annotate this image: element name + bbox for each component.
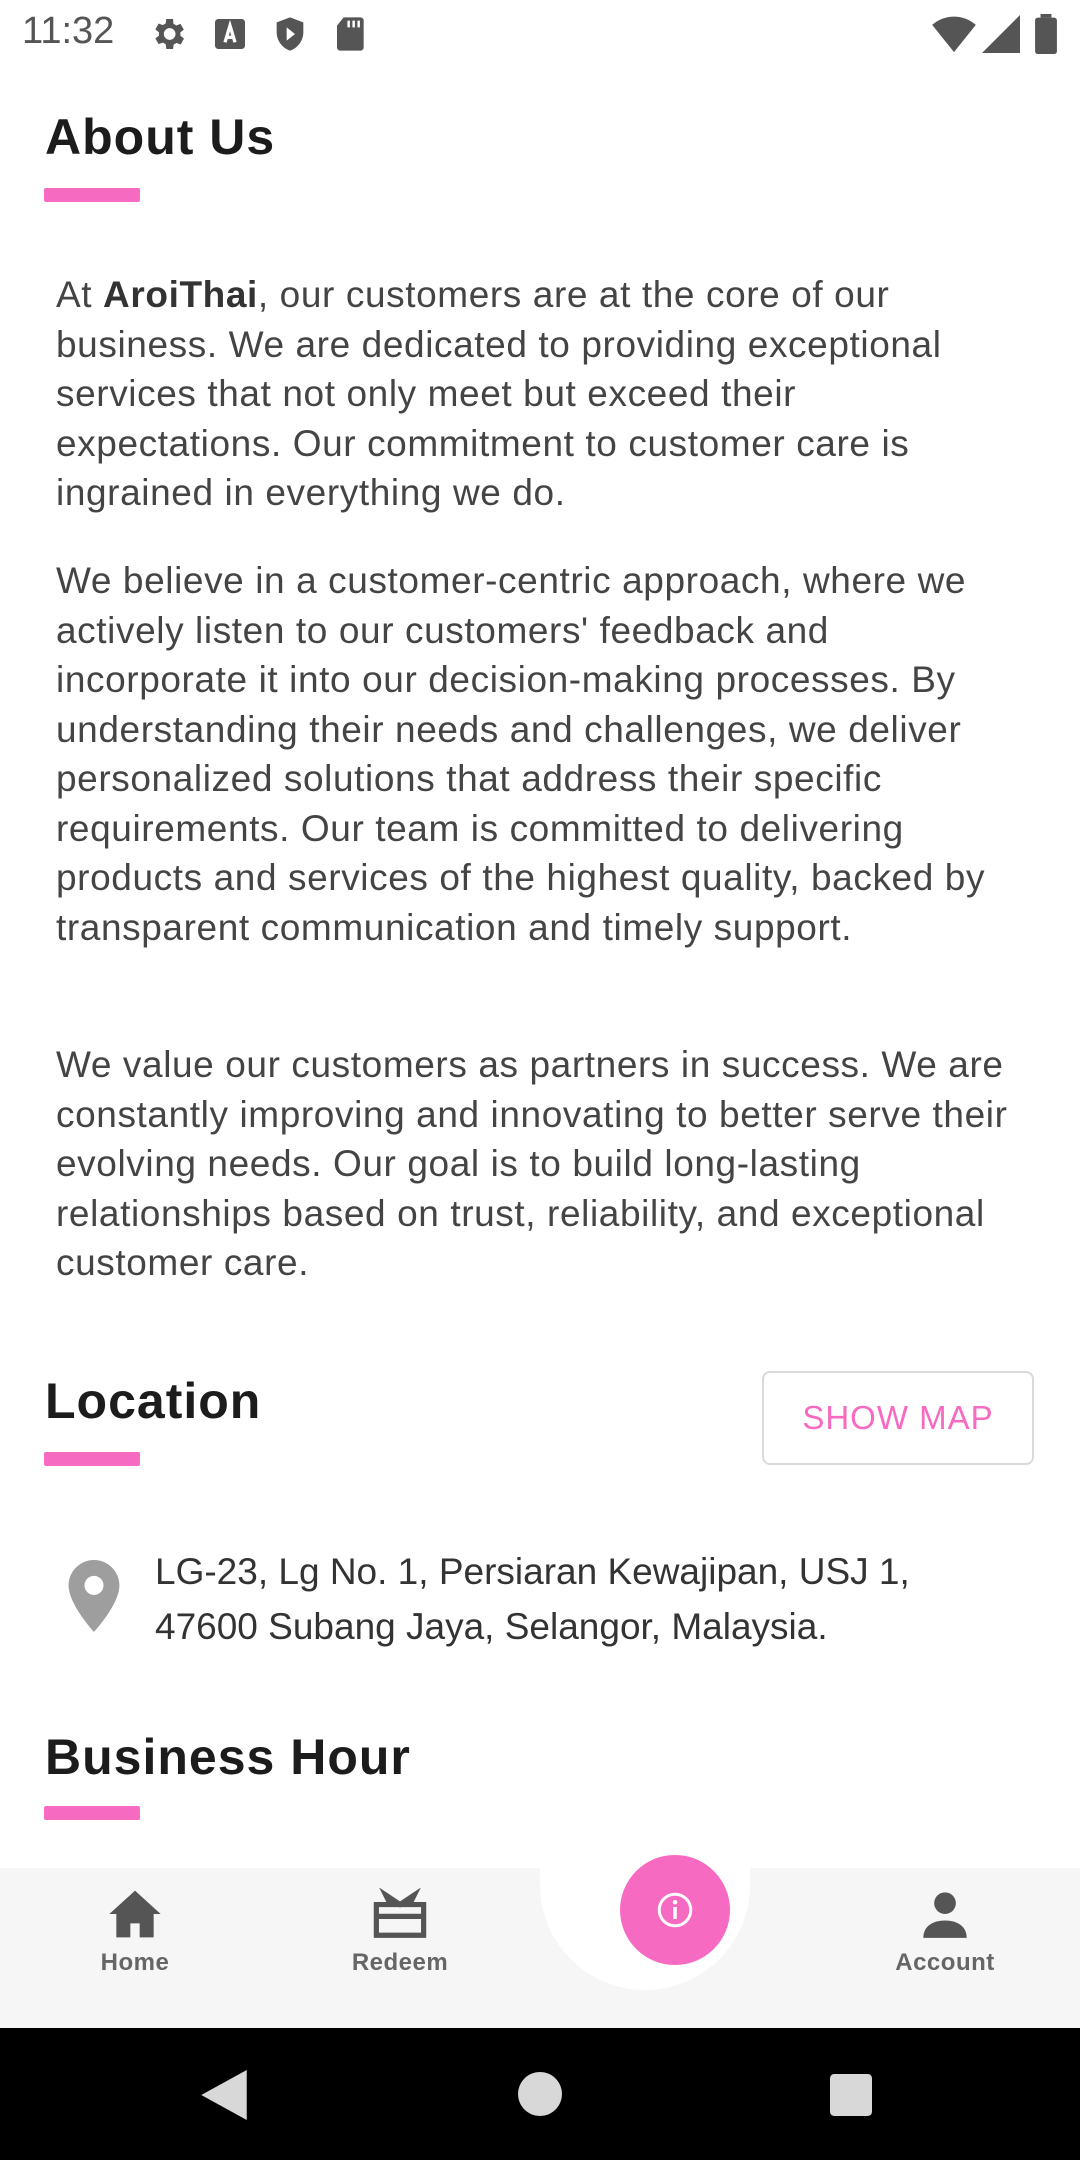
- nav-account[interactable]: Account: [855, 1888, 1035, 1977]
- gift-card-icon: [373, 1887, 427, 1938]
- about-p1-prefix: At: [56, 274, 104, 315]
- info-fab-button[interactable]: [620, 1855, 730, 1965]
- home-icon: [109, 1890, 161, 1938]
- nav-account-label: Account: [895, 1949, 995, 1976]
- nav-home[interactable]: Home: [45, 1888, 225, 1977]
- nav-home-label: Home: [100, 1949, 170, 1976]
- business-hour-underline: [44, 1806, 140, 1820]
- settings-icon: [155, 19, 184, 49]
- about-underline: [44, 188, 140, 202]
- sd-card-icon: [337, 17, 364, 51]
- recents-icon[interactable]: [830, 2074, 872, 2116]
- nav-redeem-label: Redeem: [351, 1949, 449, 1976]
- address-line-1: LG-23, Lg No. 1, Persiaran Kewajipan, US…: [155, 1551, 910, 1592]
- status-time: 11:32: [22, 10, 115, 52]
- about-paragraph-1: At AroiThai, our customers are at the co…: [56, 270, 1026, 518]
- status-bar: 11:32: [0, 0, 1080, 66]
- location-underline: [44, 1452, 140, 1466]
- business-hour-title: Business Hour: [45, 1729, 411, 1785]
- nav-redeem[interactable]: Redeem: [310, 1887, 490, 1977]
- person-icon: [923, 1892, 967, 1938]
- show-map-button[interactable]: SHOW MAP: [762, 1371, 1034, 1465]
- battery-icon: [1035, 14, 1057, 54]
- wifi-icon: [932, 16, 976, 53]
- signal-icon: [982, 15, 1020, 53]
- about-paragraph-3: We value our customers as partners in su…: [56, 1044, 1008, 1283]
- about-paragraph-2: We believe in a customer-centric approac…: [56, 560, 986, 948]
- address-line-2: 47600 Subang Jaya, Selangor, Malaysia.: [155, 1606, 828, 1647]
- location-pin-icon: [68, 1560, 120, 1632]
- info-icon: [657, 1892, 693, 1928]
- system-navigation-bar: [0, 2028, 1080, 2160]
- back-icon[interactable]: [200, 2070, 248, 2120]
- address: LG-23, Lg No. 1, Persiaran Kewajipan, US…: [155, 1544, 1035, 1654]
- home-circle-icon[interactable]: [518, 2072, 562, 2116]
- about-title: About Us: [45, 109, 276, 165]
- shield-play-icon: [276, 17, 304, 51]
- location-title: Location: [45, 1373, 262, 1429]
- brand-name: AroiThai: [103, 274, 258, 315]
- font-a-icon: [215, 19, 245, 49]
